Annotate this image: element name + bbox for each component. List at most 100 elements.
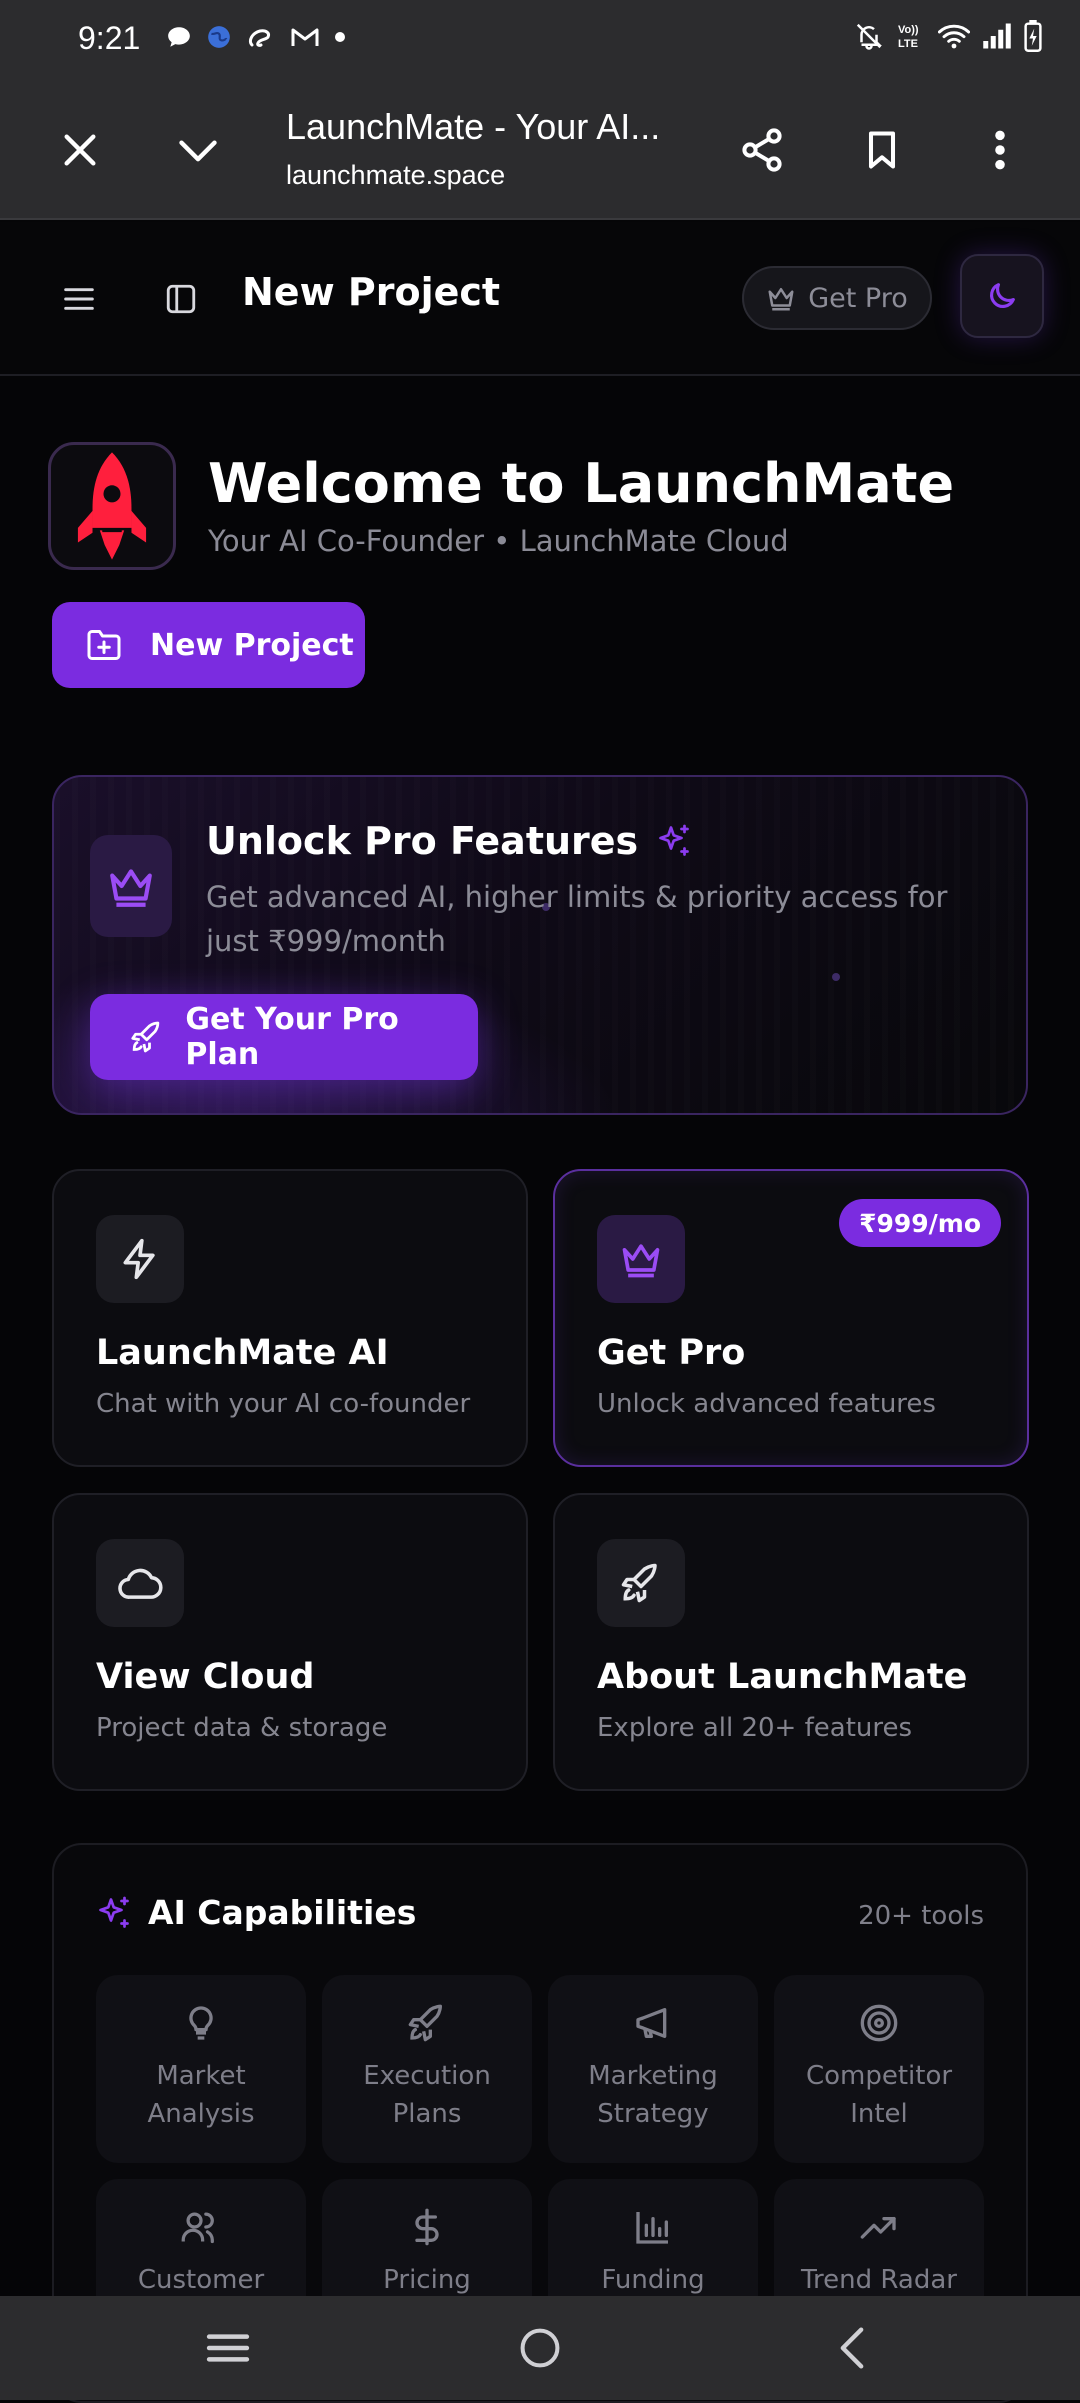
tool-execution-plans[interactable]: Execution Plans [322, 1975, 532, 2163]
share-button[interactable] [734, 122, 790, 178]
share-icon [742, 128, 782, 172]
tool-label: Execution Plans [363, 2061, 491, 2129]
notification-icons [166, 24, 346, 50]
back-chevron-icon [840, 2327, 864, 2369]
sparkles-icon [99, 1896, 129, 1928]
browser-url[interactable]: launchmate.space [286, 160, 505, 191]
recent-apps-icon [206, 2334, 250, 2362]
card-icon-box [96, 1539, 184, 1627]
get-pro-card[interactable]: ₹999/mo Get Pro Unlock advanced features [553, 1169, 1029, 1467]
page-title: New Project [242, 270, 501, 314]
home-button[interactable] [510, 2322, 570, 2374]
card-title: LaunchMate AI [96, 1333, 389, 1373]
capabilities-header: AI Capabilities [96, 1893, 416, 1932]
cloud-icon [118, 1568, 163, 1599]
card-title: Get Pro [597, 1333, 746, 1373]
crown-icon [768, 288, 794, 311]
welcome-subtitle: Your AI Co-Founder • LaunchMate Cloud [208, 524, 789, 558]
svg-text:LTE: LTE [898, 38, 918, 50]
volte-icon: Vo)) LTE [896, 21, 926, 51]
svg-text:Vo)): Vo)) [898, 24, 919, 36]
get-pro-plan-label: Get Your Pro Plan [185, 1002, 399, 1072]
tool-label: Pricing [383, 2265, 471, 2295]
battery-icon [1024, 20, 1042, 52]
app-header: New Project Get Pro [0, 222, 1080, 376]
hamburger-icon [64, 288, 94, 310]
chat-bubble-icon [166, 24, 192, 50]
bookmark-button[interactable] [854, 122, 910, 178]
welcome-title: Welcome to LaunchMate [208, 452, 955, 515]
minimize-tab-button[interactable] [170, 122, 226, 178]
sparkles-icon [659, 824, 690, 856]
tool-label: Customer [137, 2265, 265, 2295]
card-icon-box [96, 1215, 184, 1303]
get-pro-header-button[interactable]: Get Pro [742, 266, 932, 330]
browser-toolbar: LaunchMate - Your AI... launchmate.space [0, 80, 1080, 220]
tool-label: Market Analysis [147, 2061, 255, 2129]
theme-toggle-button[interactable] [960, 254, 1044, 338]
close-tab-button[interactable] [52, 122, 108, 178]
pro-crown-badge [90, 835, 172, 937]
target-icon [860, 2004, 898, 2042]
status-time: 9:21 [78, 20, 141, 56]
rocket-icon [621, 1563, 657, 1603]
sidebar-icon [166, 284, 196, 314]
tool-marketing-strategy[interactable]: Marketing Strategy [548, 1975, 758, 2163]
tools-count: 20+ tools [858, 1901, 984, 1931]
lightning-icon [123, 1238, 155, 1280]
price-badge: ₹999/mo [839, 1199, 1001, 1247]
tool-label: Competitor Intel [805, 2061, 953, 2129]
home-circle-icon [520, 2328, 560, 2368]
card-subtitle: Chat with your AI co-founder [96, 1389, 471, 1419]
pro-banner-description: Get advanced AI, higher limits & priorit… [206, 880, 948, 958]
get-pro-label: Get Pro [808, 282, 908, 314]
crown-icon [622, 1244, 660, 1278]
card-subtitle: Explore all 20+ features [597, 1713, 913, 1743]
menu-button[interactable] [54, 274, 104, 324]
pro-features-banner: Unlock Pro Features Get advanced AI, hig… [52, 775, 1028, 1115]
bar-chart-icon [636, 2212, 668, 2244]
close-icon [64, 134, 96, 166]
crown-icon [110, 869, 152, 907]
more-options-button[interactable] [972, 122, 1028, 178]
capabilities-title: AI Capabilities [148, 1893, 417, 1932]
rocket-icon [131, 1021, 160, 1053]
system-icons: Vo)) LTE [854, 20, 1042, 52]
card-icon-box [597, 1215, 685, 1303]
card-subtitle: Unlock advanced features [597, 1389, 936, 1419]
mute-icon [854, 21, 884, 51]
card-title: View Cloud [96, 1657, 315, 1697]
back-button[interactable] [822, 2322, 882, 2374]
get-pro-plan-button[interactable]: Get Your Pro Plan [90, 994, 478, 1080]
pro-banner-title: Unlock Pro Features [206, 819, 639, 863]
launchmate-ai-card[interactable]: LaunchMate AI Chat with your AI co-found… [52, 1169, 528, 1467]
folder-plus-icon [87, 630, 121, 660]
pro-banner-title-row: Unlock Pro Features [206, 819, 692, 863]
decorative-dot [832, 973, 840, 981]
status-bar: 9:21 Vo)) LTE [0, 0, 1080, 80]
tool-market-analysis[interactable]: Market Analysis [96, 1975, 306, 2163]
new-project-button[interactable]: New Project [52, 602, 365, 688]
rocket-logo-icon [77, 452, 147, 560]
rocket-icon [408, 2004, 442, 2042]
gmail-icon [290, 25, 320, 49]
trending-up-icon [860, 2217, 896, 2239]
recent-apps-button[interactable] [198, 2322, 258, 2374]
lightbulb-icon [189, 2006, 213, 2040]
bookmark-icon [868, 131, 896, 169]
megaphone-icon [636, 2008, 667, 2038]
tool-competitor-intel[interactable]: Competitor Intel [774, 1975, 984, 2163]
view-cloud-card[interactable]: View Cloud Project data & storage [52, 1493, 528, 1791]
more-notifications-dot [334, 31, 346, 43]
card-subtitle: Project data & storage [96, 1713, 388, 1743]
about-launchmate-card[interactable]: About LaunchMate Explore all 20+ feature… [553, 1493, 1029, 1791]
dollar-icon [415, 2208, 439, 2246]
new-project-label: New Project [150, 627, 354, 663]
users-icon [181, 2212, 214, 2244]
card-title: About LaunchMate [597, 1657, 968, 1697]
sidebar-toggle-button[interactable] [156, 274, 206, 324]
browser-page-title: LaunchMate - Your AI... [286, 106, 661, 147]
more-vertical-icon [995, 130, 1005, 170]
tool-label: Marketing Strategy [588, 2061, 718, 2129]
tool-label: Funding [601, 2265, 705, 2295]
